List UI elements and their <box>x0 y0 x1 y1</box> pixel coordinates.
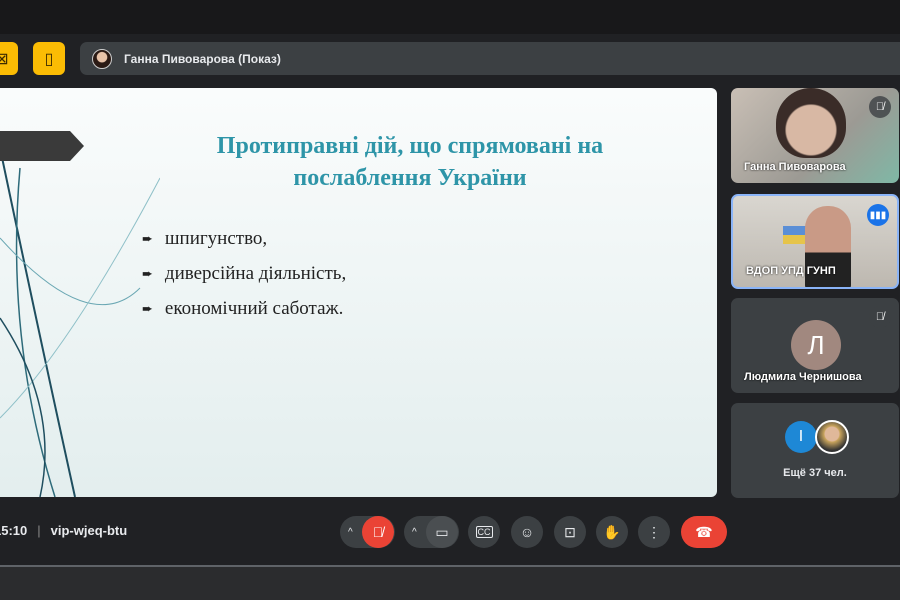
present-screen-button[interactable]: ⊡ <box>554 516 586 548</box>
arrow-bullet-icon: ➨ <box>142 230 153 246</box>
bottom-strip <box>0 565 900 600</box>
slide-bullet-list: ➨ шпигунство, ➨ диверсійна діяльність, ➨ ек… <box>142 221 346 326</box>
bullet-item: ➨ шпигунство, <box>142 221 346 256</box>
door-icon: ▯ <box>44 50 54 68</box>
emoji-icon: ☺ <box>519 524 535 540</box>
window-top-strip <box>0 0 900 34</box>
avatar: Л <box>791 320 841 370</box>
meeting-code: vip-wjeq-btu <box>50 523 128 538</box>
bullet-text: диверсійна діяльність, <box>164 262 347 284</box>
participant-tile[interactable]: ▮▮▮ ВДОП УПД ГУНП <box>731 194 899 289</box>
captions-button[interactable]: CC <box>468 516 500 548</box>
microphone-toggle-button[interactable]: 🎙̸ <box>362 516 394 548</box>
exit-button[interactable]: ▯ <box>33 42 65 75</box>
mic-off-icon: 🎙̸ <box>372 524 384 540</box>
mic-off-icon: 🎙̸ <box>869 96 891 118</box>
camera-toggle-button[interactable]: ▭ <box>426 516 458 548</box>
leave-call-button[interactable]: ☎ <box>681 516 727 548</box>
slide-arrow-banner <box>0 131 84 161</box>
arrow-bullet-icon: ➨ <box>142 265 153 281</box>
presentation-slide: Протиправні дій, що спрямовані на послаб… <box>0 88 717 497</box>
more-participants-tile[interactable]: I Ещё 37 чел. <box>731 403 899 498</box>
bullet-item: ➨ економічний саботаж. <box>142 291 346 326</box>
chevron-up-icon: ^ <box>412 526 417 538</box>
participant-tile[interactable]: Л 🎙̸ Людмила Чернишова <box>731 298 899 393</box>
end-call-icon: ☎ <box>695 523 713 540</box>
presenter-name: Ганна Пивоварова (Показ) <box>124 51 281 66</box>
video-camera-icon: ▭ <box>435 523 449 540</box>
more-vert-icon: ⋮ <box>647 523 661 540</box>
more-participants-label: Ещё 37 чел. <box>783 467 847 479</box>
divider: | <box>37 523 41 538</box>
participant-video <box>776 88 846 158</box>
hand-icon: ✋ <box>603 523 621 540</box>
speaking-indicator-icon: ▮▮▮ <box>867 204 889 226</box>
bullet-text: шпигунство, <box>164 227 268 249</box>
presenter-bar: Ганна Пивоварова (Показ) <box>80 42 900 75</box>
participant-tile[interactable]: 🎙̸ Ганна Пивоварова <box>731 88 899 183</box>
mic-off-icon: 🎙̸ <box>869 306 891 328</box>
arrow-bullet-icon: ➨ <box>142 300 153 316</box>
bullet-item: ➨ диверсійна діяльність, <box>142 256 346 291</box>
presenter-avatar <box>92 48 112 69</box>
more-options-button[interactable]: ⋮ <box>638 516 670 548</box>
closed-captions-icon: CC <box>475 526 493 538</box>
chevron-up-icon: ^ <box>348 526 353 538</box>
slide-title: Протиправні дій, що спрямовані на послаб… <box>216 133 604 191</box>
avatar: I <box>785 421 817 453</box>
presentation-off-icon: ⊠ <box>0 50 9 68</box>
avatar <box>815 420 849 454</box>
reactions-button[interactable]: ☺ <box>511 516 543 548</box>
hide-presentation-button[interactable]: ⊠ <box>0 42 18 75</box>
meeting-info: 15:10 | vip-wjeq-btu <box>0 523 127 538</box>
participant-name: Ганна Пивоварова <box>744 161 846 173</box>
present-screen-icon: ⊡ <box>564 523 576 540</box>
participant-name: ВДОП УПД ГУНП <box>746 265 836 277</box>
bullet-text: економічний саботаж. <box>164 297 344 319</box>
raise-hand-button[interactable]: ✋ <box>596 516 628 548</box>
participant-name: Людмила Чернишова <box>744 371 862 383</box>
meeting-time: 15:10 <box>0 523 28 538</box>
